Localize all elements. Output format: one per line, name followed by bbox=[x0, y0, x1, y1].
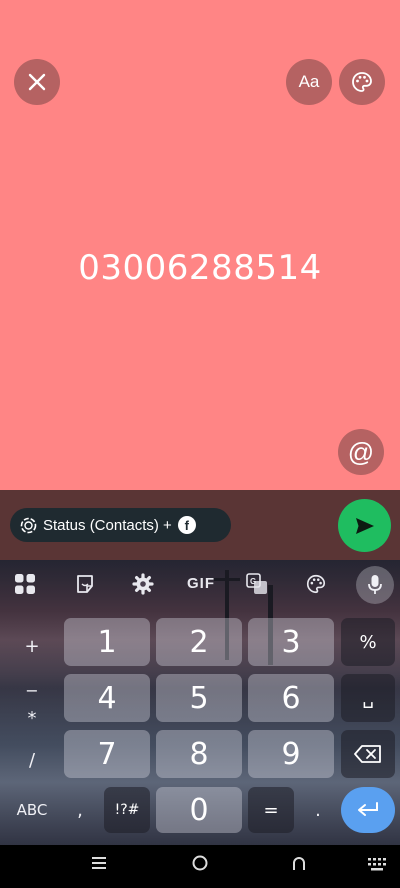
microphone-icon bbox=[368, 575, 382, 594]
gif-button[interactable]: GIF bbox=[187, 575, 215, 592]
back-arch-icon bbox=[293, 857, 305, 870]
key-6[interactable]: 6 bbox=[248, 674, 334, 722]
enter-icon bbox=[358, 802, 378, 816]
facebook-icon: f bbox=[177, 516, 196, 534]
key-period[interactable]: . bbox=[300, 787, 336, 833]
key-abc[interactable]: ABC bbox=[6, 787, 58, 833]
send-icon bbox=[355, 517, 374, 534]
home-button[interactable] bbox=[191, 854, 209, 878]
key-7[interactable]: 7 bbox=[64, 730, 150, 778]
translate-icon: G bbox=[246, 573, 267, 594]
home-circle-icon bbox=[192, 855, 208, 871]
close-icon bbox=[28, 73, 46, 91]
numeric-keyboard: GIF G + − * / 1 2 3 4 5 6 7 8 9 % ␣ ABC … bbox=[0, 560, 400, 845]
key-3[interactable]: 3 bbox=[248, 618, 334, 666]
recent-apps-button[interactable] bbox=[90, 854, 108, 878]
key-0[interactable]: 0 bbox=[156, 787, 242, 833]
keyboard-switch-button[interactable] bbox=[367, 856, 389, 879]
key-slash[interactable]: / bbox=[8, 732, 56, 788]
system-navigation-bar bbox=[0, 845, 400, 888]
backspace-icon bbox=[354, 745, 381, 763]
keyboard-icon bbox=[368, 858, 386, 871]
key-5[interactable]: 5 bbox=[156, 674, 242, 722]
gear-icon bbox=[132, 573, 154, 595]
menu-icon bbox=[92, 857, 106, 869]
keyboard-toolbar: GIF G bbox=[0, 560, 400, 610]
sticker-button[interactable] bbox=[75, 574, 95, 599]
key-8[interactable]: 8 bbox=[156, 730, 242, 778]
status-text[interactable]: 03006288514 bbox=[0, 248, 400, 288]
key-asterisk[interactable]: * bbox=[8, 704, 56, 732]
key-minus[interactable]: − bbox=[8, 676, 56, 704]
status-composer: Aa 03006288514 @ bbox=[0, 0, 400, 490]
translate-button[interactable]: G bbox=[246, 573, 268, 600]
audience-chip[interactable]: Status (Contacts) + f bbox=[10, 508, 231, 542]
palette-icon bbox=[306, 574, 326, 594]
key-9[interactable]: 9 bbox=[248, 730, 334, 778]
settings-button[interactable] bbox=[132, 573, 154, 600]
key-comma[interactable]: , bbox=[62, 787, 98, 833]
back-button[interactable] bbox=[290, 854, 308, 878]
status-ring-icon bbox=[20, 517, 37, 533]
mention-button[interactable]: @ bbox=[338, 429, 384, 475]
svg-text:G: G bbox=[250, 577, 256, 586]
key-enter[interactable] bbox=[341, 787, 395, 833]
key-equals[interactable]: = bbox=[248, 787, 294, 833]
key-backspace[interactable] bbox=[341, 730, 395, 778]
key-symbols[interactable]: !?# bbox=[104, 787, 150, 833]
send-button[interactable] bbox=[338, 499, 391, 552]
audience-label: Status (Contacts) + bbox=[43, 516, 172, 534]
color-palette-button[interactable] bbox=[339, 59, 385, 105]
theme-button[interactable] bbox=[305, 573, 327, 600]
key-4[interactable]: 4 bbox=[64, 674, 150, 722]
key-space[interactable]: ␣ bbox=[341, 674, 395, 722]
apps-grid-button[interactable] bbox=[14, 573, 36, 600]
grid-icon bbox=[15, 574, 35, 594]
font-style-button[interactable]: Aa bbox=[286, 59, 332, 105]
key-1[interactable]: 1 bbox=[64, 618, 150, 666]
key-percent[interactable]: % bbox=[341, 618, 395, 666]
key-2[interactable]: 2 bbox=[156, 618, 242, 666]
close-button[interactable] bbox=[14, 59, 60, 105]
palette-icon bbox=[352, 72, 372, 92]
key-plus[interactable]: + bbox=[8, 618, 56, 674]
sticker-icon bbox=[77, 575, 93, 593]
voice-input-button[interactable] bbox=[356, 566, 394, 604]
